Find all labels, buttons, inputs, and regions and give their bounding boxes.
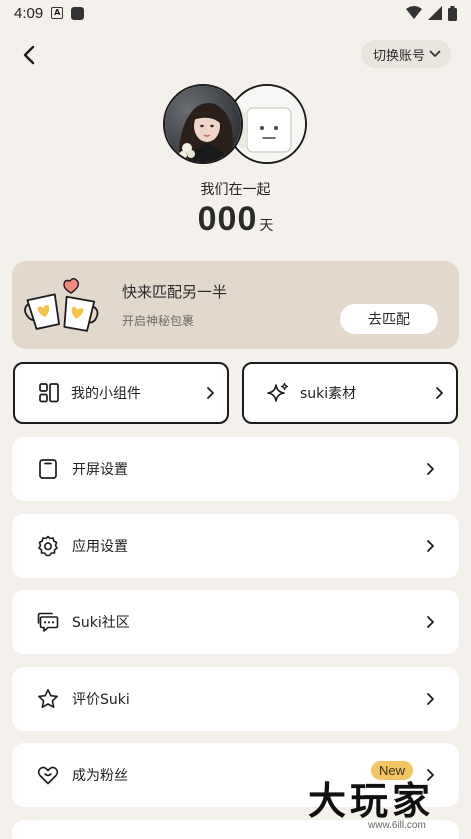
match-card: 快来匹配另一半 开启神秘包裹 去匹配 (12, 261, 459, 349)
gear-icon (38, 535, 58, 557)
suki-materials-tile[interactable]: suki素材 (242, 362, 458, 424)
together-label: 我们在一起 (200, 182, 271, 198)
widgets-icon (39, 383, 59, 403)
suki-materials-label: suki素材 (300, 386, 357, 402)
menu-item-partial[interactable] (12, 820, 459, 839)
my-widgets-label: 我的小组件 (71, 386, 141, 402)
days-counter: 000 天 (0, 200, 471, 239)
my-widgets-tile[interactable]: 我的小组件 (13, 362, 229, 424)
menu-item-label: Suki社区 (72, 615, 130, 631)
match-subtitle: 开启神秘包裹 (122, 314, 195, 328)
back-button[interactable] (14, 40, 44, 70)
heart-icon (37, 766, 59, 785)
user-photo (165, 86, 241, 162)
new-badge: New (370, 761, 413, 780)
wifi-icon (406, 6, 422, 19)
chevron-right-icon (427, 540, 434, 552)
match-title: 快来匹配另一半 (122, 283, 228, 301)
menu-item-suki-community[interactable]: Suki社区 (12, 590, 459, 654)
status-time: 4:09 (14, 4, 44, 22)
notification-square-icon (71, 6, 85, 20)
notification-a-icon: A (51, 7, 64, 19)
phone-screen-icon (39, 459, 57, 479)
menu-item-app-settings[interactable]: 应用设置 (12, 514, 459, 578)
menu-item-label: 开屏设置 (72, 462, 128, 478)
menu-item-splash-settings[interactable]: 开屏设置 (12, 437, 459, 501)
chevron-right-icon (207, 387, 214, 399)
menu-item-label: 成为粉丝 (72, 768, 128, 784)
switch-account-button[interactable]: 切换账号 (360, 40, 451, 68)
chat-bubbles-icon (37, 612, 59, 632)
menu-item-become-fan[interactable]: 成为粉丝 New (12, 743, 459, 807)
chevron-right-icon (427, 616, 434, 628)
battery-icon (448, 5, 457, 21)
switch-account-label: 切换账号 (372, 48, 425, 64)
couple-mugs-icon (24, 278, 99, 332)
chevron-left-icon (23, 45, 35, 65)
status-bar: 4:09 A (0, 0, 471, 26)
days-unit: 天 (259, 218, 274, 234)
chevron-down-icon (429, 50, 441, 57)
menu-item-label: 评价Suki (72, 692, 130, 708)
couple-avatars (163, 84, 309, 168)
chevron-right-icon (436, 387, 443, 399)
menu-item-label: 应用设置 (72, 539, 128, 555)
sparkle-icon (267, 382, 289, 402)
menu-item-rate-suki[interactable]: 评价Suki (12, 667, 459, 731)
chevron-right-icon (427, 463, 434, 475)
chevron-right-icon (427, 693, 434, 705)
go-match-button[interactable]: 去匹配 (340, 304, 438, 334)
signal-icon (428, 6, 442, 20)
chevron-right-icon (427, 769, 434, 781)
days-number: 000 (197, 200, 258, 238)
star-icon (38, 689, 58, 708)
user-avatar[interactable] (163, 84, 243, 164)
